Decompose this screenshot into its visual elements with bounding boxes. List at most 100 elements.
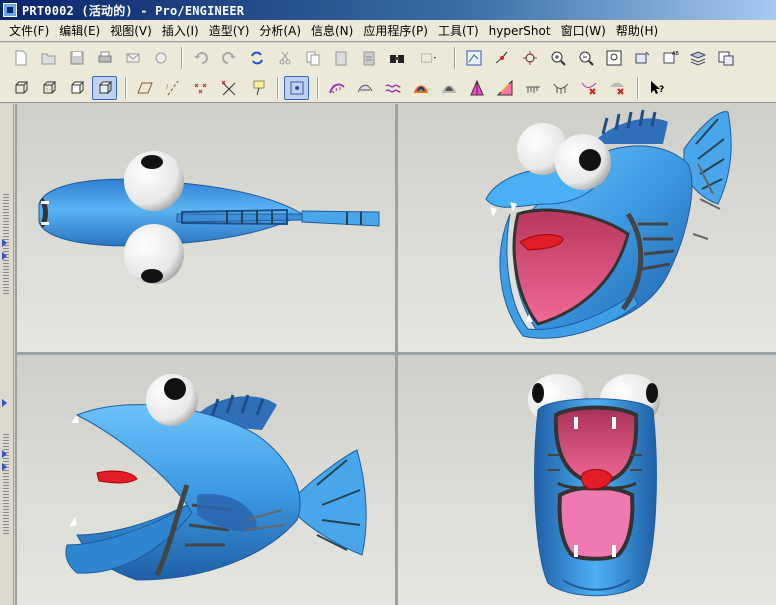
- tooth: [69, 517, 77, 527]
- print-icon[interactable]: [92, 46, 117, 70]
- menu-help[interactable]: 帮助(H): [611, 22, 663, 39]
- deviation-icon[interactable]: [548, 76, 573, 100]
- pupil: [141, 269, 163, 283]
- tooth: [612, 545, 616, 557]
- vp-front-view[interactable]: [398, 355, 776, 605]
- saved-views-icon[interactable]: AB: [657, 46, 682, 70]
- expand-arrow-icon[interactable]: [2, 463, 7, 471]
- slope-icon[interactable]: [436, 76, 461, 100]
- redraw-icon[interactable]: [461, 46, 486, 70]
- menu-bar: 文件(F) 编辑(E) 视图(V) 插入(I) 造型(Y) 分析(A) 信息(N…: [0, 20, 776, 42]
- model-tree-collapsed-strip[interactable]: [0, 104, 14, 605]
- datum-axes-icon[interactable]: /: [160, 76, 185, 100]
- expand-arrow-icon[interactable]: [2, 450, 7, 458]
- layers-icon[interactable]: [685, 46, 710, 70]
- dihedral-icon[interactable]: [604, 76, 629, 100]
- whats-this-icon[interactable]: ?: [644, 76, 669, 100]
- coordinate-systems-icon[interactable]: [216, 76, 241, 100]
- cut-icon[interactable]: [272, 46, 297, 70]
- menu-hypershot[interactable]: hyperShot: [484, 24, 556, 38]
- svg-text:AB: AB: [672, 51, 679, 57]
- menu-info[interactable]: 信息(N): [306, 22, 358, 39]
- undo-icon[interactable]: [188, 46, 213, 70]
- tooth: [574, 545, 578, 557]
- zoom-out-icon[interactable]: [573, 46, 598, 70]
- toolbar-separator: [277, 76, 279, 99]
- curvature-icon[interactable]: [324, 76, 349, 100]
- refit-icon[interactable]: [601, 46, 626, 70]
- vp-iso-front[interactable]: [398, 104, 776, 352]
- wireframe-icon[interactable]: [8, 76, 33, 100]
- paste-special-icon[interactable]: [356, 46, 381, 70]
- datum-points-icon[interactable]: [188, 76, 213, 100]
- menu-applications[interactable]: 应用程序(P): [358, 22, 433, 39]
- expand-arrow-icon[interactable]: [2, 399, 7, 407]
- offset-icon[interactable]: [520, 76, 545, 100]
- toolbar-separator: [317, 76, 319, 99]
- view-manager-icon[interactable]: [713, 46, 738, 70]
- toolbar-bottom: / ?: [0, 73, 776, 103]
- toolbar-top: AB: [0, 43, 776, 73]
- email-icon[interactable]: [120, 46, 145, 70]
- shade-curvature-icon[interactable]: [464, 76, 489, 100]
- tail-fin: [296, 449, 367, 556]
- toolbar-separator: [637, 76, 639, 99]
- draft-analysis-icon[interactable]: [408, 76, 433, 100]
- open-icon[interactable]: [36, 46, 61, 70]
- toolbar-separator: [125, 76, 127, 99]
- menu-style[interactable]: 造型(Y): [204, 22, 255, 39]
- svg-text:/: /: [166, 84, 169, 91]
- reorient-icon[interactable]: [629, 46, 654, 70]
- no-hidden-icon[interactable]: [64, 76, 89, 100]
- tooth: [490, 207, 497, 217]
- shading-icon[interactable]: [92, 75, 117, 100]
- mouth-interior-lower: [557, 485, 635, 561]
- style-surface-icon[interactable]: [284, 75, 309, 100]
- menu-insert[interactable]: 插入(I): [157, 22, 204, 39]
- section-icon[interactable]: [492, 76, 517, 100]
- find-icon[interactable]: [384, 46, 409, 70]
- menu-window[interactable]: 窗口(W): [556, 22, 611, 39]
- pupil: [141, 155, 163, 169]
- reflection-icon[interactable]: [380, 76, 405, 100]
- toolbar-separator: [181, 47, 183, 69]
- datum-planes-icon[interactable]: [132, 76, 157, 100]
- graphics-area[interactable]: [15, 104, 776, 605]
- select-box-icon[interactable]: [412, 46, 446, 70]
- title-bar: PRT0002 (活动的) - Pro/ENGINEER: [0, 0, 776, 20]
- toolbar-separator: [454, 47, 456, 69]
- email-link-icon[interactable]: [148, 46, 173, 70]
- tongue: [96, 470, 138, 484]
- tooth: [71, 415, 79, 423]
- copy-icon[interactable]: [300, 46, 325, 70]
- regenerate-icon[interactable]: [244, 46, 269, 70]
- window-title: PRT0002 (活动的) - Pro/ENGINEER: [22, 3, 245, 18]
- hidden-line-icon[interactable]: [36, 76, 61, 100]
- sash-grip[interactable]: [3, 434, 9, 534]
- vp-top-view[interactable]: [17, 104, 395, 352]
- paste-icon[interactable]: [328, 46, 353, 70]
- tooth: [41, 201, 49, 204]
- redo-icon[interactable]: [216, 46, 241, 70]
- expand-arrow-icon[interactable]: [2, 239, 7, 247]
- spin-center-icon[interactable]: [489, 46, 514, 70]
- menu-analysis[interactable]: 分析(A): [254, 22, 306, 39]
- menu-edit[interactable]: 编辑(E): [54, 22, 105, 39]
- save-icon[interactable]: [64, 46, 89, 70]
- new-icon[interactable]: [8, 46, 33, 70]
- expand-arrow-icon[interactable]: [2, 252, 7, 260]
- vp-side-view[interactable]: [17, 355, 395, 605]
- pupil: [646, 383, 658, 403]
- curve-analysis-icon[interactable]: [352, 76, 377, 100]
- menu-tools[interactable]: 工具(T): [433, 22, 484, 39]
- menu-file[interactable]: 文件(F): [4, 22, 54, 39]
- connection-icon[interactable]: [576, 76, 601, 100]
- pupil: [164, 378, 186, 400]
- tooth: [41, 222, 49, 225]
- pupil: [579, 149, 601, 171]
- zoom-in-icon[interactable]: [545, 46, 570, 70]
- tooth: [574, 417, 578, 429]
- annotation-icon[interactable]: [244, 76, 269, 100]
- menu-view[interactable]: 视图(V): [105, 22, 157, 39]
- orient-mode-icon[interactable]: [517, 46, 542, 70]
